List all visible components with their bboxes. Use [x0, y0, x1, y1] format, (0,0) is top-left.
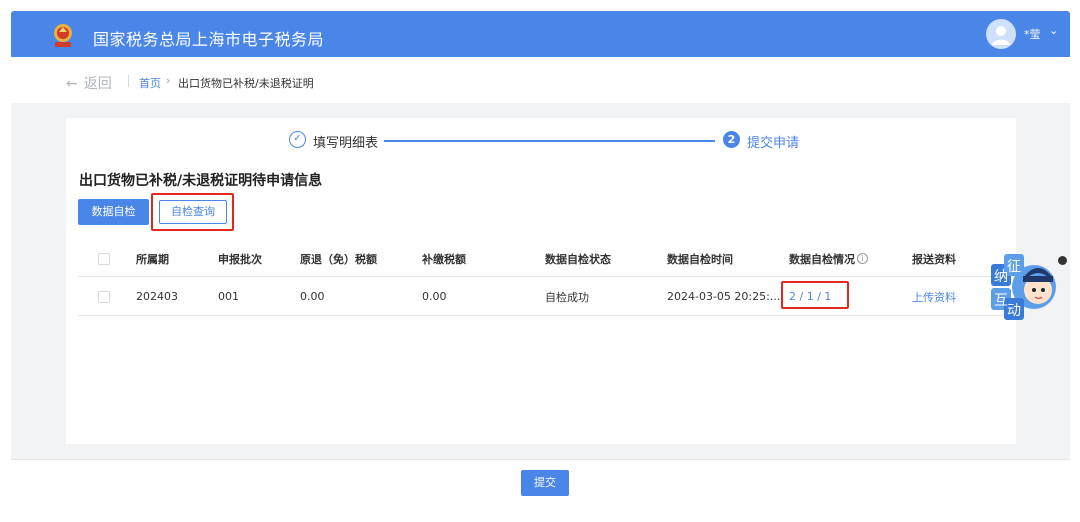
col-header-check-time: 数据自检时间: [667, 252, 733, 266]
divider: [128, 75, 129, 87]
step-connector: [384, 140, 715, 142]
table-row: 202403 001 0.00 0.00 自检成功 2024-03-05 20:…: [78, 278, 1008, 316]
user-icon: [992, 26, 1010, 45]
widget-char-3: 互: [994, 293, 1008, 309]
site-title: 国家税务总局上海市电子税务局: [93, 30, 325, 49]
user-name[interactable]: *莹: [1024, 26, 1041, 42]
submit-button[interactable]: 提交: [521, 470, 569, 496]
col-header-payback: 补缴税额: [422, 252, 466, 266]
cell-refund-amount: 0.00: [300, 290, 325, 303]
breadcrumb-bar: ← 返回 首页 › 出口货物已补税/未退税证明: [0, 57, 1080, 103]
cell-batch: 001: [218, 290, 239, 303]
tax-assistant-widget[interactable]: 纳 征 互 动: [990, 254, 1062, 320]
breadcrumb-current: 出口货物已补税/未退税证明: [178, 77, 314, 90]
col-header-batch: 申报批次: [218, 252, 262, 266]
select-all-checkbox[interactable]: [98, 252, 110, 265]
cell-check-time: 2024-03-05 20:25:...: [667, 290, 781, 303]
check-icon: ✓: [289, 131, 306, 148]
arrow-left-icon: ←: [66, 76, 78, 92]
widget-char-2: 征: [1007, 259, 1021, 275]
step-2-label: 提交申请: [747, 136, 800, 151]
col-header-check-result: 数据自检情况 i: [789, 241, 868, 276]
cell-payback-amount: 0.00: [422, 290, 447, 303]
col-header-upload: 报送资料: [912, 252, 956, 266]
breadcrumb-home-link[interactable]: 首页: [139, 75, 161, 91]
cell-period: 202403: [136, 290, 178, 303]
back-button[interactable]: ← 返回: [66, 73, 112, 93]
row-checkbox[interactable]: [98, 290, 110, 303]
chevron-down-icon[interactable]: ⌄: [1049, 24, 1058, 37]
app-window: 国家税务总局上海市电子税务局 *莹 ⌄ ← 返回 首页 › 出口货物已补税/未退税…: [0, 0, 1080, 522]
widget-char-1: 纳: [994, 269, 1008, 285]
step-2-number: 2: [723, 131, 740, 148]
upload-materials-link[interactable]: 上传资料: [912, 278, 956, 315]
widget-char-4: 动: [1007, 303, 1021, 319]
col-header-check-result-label: 数据自检情况: [789, 252, 855, 266]
tax-emblem-logo: [54, 24, 72, 47]
top-header-bar: 国家税务总局上海市电子税务局 *莹 ⌄: [11, 11, 1070, 57]
section-title: 出口货物已补税/未退税证明待申请信息: [79, 173, 323, 189]
table-header-row: 所属期 申报批次 原退（免）税额 补缴税额 数据自检状态 数据自检时间 数据自检…: [78, 241, 1008, 277]
info-icon[interactable]: i: [857, 253, 868, 264]
step-1-label: 填写明细表: [313, 136, 379, 151]
row-select-cell[interactable]: [98, 278, 110, 315]
col-header-period: 所属期: [136, 252, 169, 266]
col-header-check-status: 数据自检状态: [545, 252, 611, 266]
data-check-button[interactable]: 数据自检: [78, 199, 149, 225]
col-header-refund: 原退（免）税额: [300, 252, 377, 266]
widget-close-dot[interactable]: [1058, 256, 1067, 265]
highlight-box-query: [151, 193, 234, 231]
select-all-cell[interactable]: [98, 241, 110, 276]
highlight-box-result: [781, 281, 849, 309]
cell-check-status: 自检成功: [545, 290, 589, 304]
back-label: 返回: [83, 76, 112, 92]
breadcrumb-separator: ›: [166, 74, 171, 87]
user-avatar[interactable]: [986, 19, 1016, 49]
